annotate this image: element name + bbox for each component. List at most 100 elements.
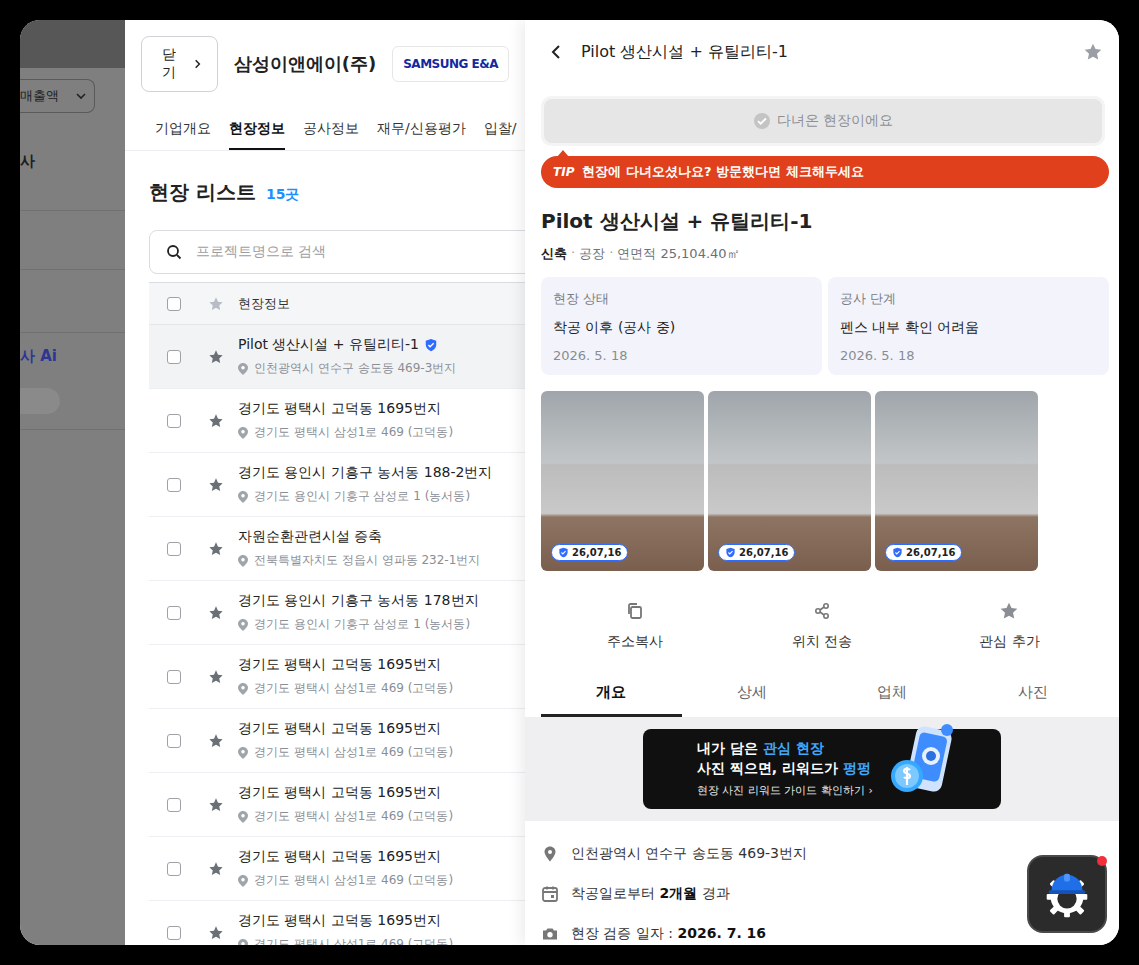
site-photo[interactable]: 26,07,16 [541,391,704,571]
pin-icon [238,555,248,567]
pin-icon [238,619,248,631]
table-row[interactable]: 경기도 평택시 고덕동 1695번지경기도 평택시 삼성1로 469 (고덕동) [149,901,525,945]
status-value: 착공 이후 (공사 중) [553,319,810,337]
site-address: 경기도 평택시 삼성1로 469 (고덕동) [238,808,453,825]
site-address: 경기도 평택시 삼성1로 469 (고덕동) [238,936,453,945]
action-button[interactable]: 주소복사 [541,601,728,651]
star-icon[interactable] [208,733,224,749]
calendar-icon [541,885,559,903]
site-address-text: 경기도 평택시 삼성1로 469 (고덕동) [254,808,453,825]
visited-wrapper: 다녀온 현장이에요 [541,96,1105,146]
table-row[interactable]: 경기도 평택시 고덕동 1695번지경기도 평택시 삼성1로 469 (고덕동) [149,773,525,837]
table-row[interactable]: 경기도 평택시 고덕동 1695번지경기도 평택시 삼성1로 469 (고덕동) [149,837,525,901]
site-photo[interactable]: 26,07,16 [708,391,871,571]
company-tab[interactable]: 재무/신용평가 [377,110,466,150]
row-checkbox[interactable] [167,350,181,364]
company-tab[interactable]: 공사정보 [303,110,359,150]
company-tab[interactable]: 현장정보 [229,110,285,150]
row-checkbox[interactable] [167,606,181,620]
star-icon[interactable] [208,413,224,429]
site-name-text: 경기도 평택시 고덕동 1695번지 [238,400,441,418]
row-checkbox[interactable] [167,734,181,748]
site-name-text: 경기도 평택시 고덕동 1695번지 [238,848,441,866]
company-name: 삼성이앤에이(주) [234,52,376,76]
detail-tab[interactable]: 사진 [963,673,1104,717]
photo-strip: 26,07,1626,07,1626,07,16 [541,391,1103,571]
table-row[interactable]: 자원순환관련시설 증축전북특별자치도 정읍시 영파동 232-1번지 [149,517,525,581]
star-icon[interactable] [208,797,224,813]
status-cards: 현장 상태착공 이후 (공사 중)2026. 5. 18공사 단계펜스 내부 확… [541,277,1109,375]
row-checkbox[interactable] [167,926,181,940]
banner-link[interactable]: 현장 사진 리워드 가이드 확인하기 › [697,783,873,798]
site-address-text: 인천광역시 연수구 송도동 469-3번지 [254,360,456,377]
star-icon[interactable] [208,605,224,621]
table-row[interactable]: 경기도 평택시 고덕동 1695번지경기도 평택시 삼성1로 469 (고덕동) [149,645,525,709]
screen: 매출액사사 Ai닫기삼성이앤에이(주)SAMSUNG E&A기업개요현장정보공사… [20,20,1119,945]
row-checkbox[interactable] [167,862,181,876]
company-panel: 닫기삼성이앤에이(주)SAMSUNG E&A기업개요현장정보공사정보재무/신용평… [125,20,525,945]
info-text: 현장 검증 일자 : 2026. 7. 16 [571,925,766,943]
table-row[interactable]: 경기도 용인시 기흥구 농서동 188-2번지경기도 용인시 기흥구 삼성로 1… [149,453,525,517]
info-text: 착공일로부터 2개월 경과 [571,885,730,903]
table-row[interactable]: 경기도 평택시 고덕동 1695번지경기도 평택시 삼성1로 469 (고덕동) [149,709,525,773]
photo-date-badge: 26,07,16 [885,544,962,561]
action-button[interactable]: 관심 추가 [916,601,1103,651]
back-icon[interactable] [549,44,565,60]
table-row[interactable]: 경기도 평택시 고덕동 1695번지경기도 평택시 삼성1로 469 (고덕동) [149,389,525,453]
assistant-button[interactable] [1027,855,1107,933]
detail-tab[interactable]: 상세 [682,673,823,717]
column-header: 현장정보 [238,295,290,313]
site-list: 현장 리스트15곳프로젝트명으로 검색현장정보Pilot 생산시설 + 유틸리티… [125,151,525,945]
star-icon[interactable] [208,925,224,941]
reward-banner[interactable]: 내가 담은 관심 현장사진 찍으면, 리워드가 펑펑현장 사진 리워드 가이드 … [643,729,1001,809]
star-icon[interactable] [208,477,224,493]
pin-icon [238,363,248,375]
visited-button[interactable]: 다녀온 현장이에요 [544,99,1102,143]
row-text: 경기도 용인시 기흥구 농서동 188-2번지경기도 용인시 기흥구 삼성로 1… [238,464,492,505]
status-card: 공사 단계펜스 내부 확인 어려움2026. 5. 18 [828,277,1109,375]
search-field[interactable]: 프로젝트명으로 검색 [149,230,525,274]
row-checkbox[interactable] [167,414,181,428]
favorite-star-icon[interactable] [1083,42,1103,62]
table-row[interactable]: 경기도 용인시 기흥구 농서동 178번지경기도 용인시 기흥구 삼성로 1 (… [149,581,525,645]
row-checkbox[interactable] [167,542,181,556]
sidebar-row [20,211,125,270]
company-tabs: 기업개요 현장정보 공사정보 재무/신용평가 입찰/ [125,102,525,151]
tip-bubble: TIP현장에 다녀오셨나요? 방문했다면 체크해두세요 [541,156,1109,188]
site-address-text: 경기도 평택시 삼성1로 469 (고덕동) [254,744,453,761]
action-button[interactable]: 위치 전송 [728,601,915,651]
star-icon[interactable] [208,541,224,557]
row-checkbox[interactable] [167,478,181,492]
banner-segment: 사진 찍으면, 리워드가 [697,760,843,776]
company-tab[interactable]: 기업개요 [155,110,211,150]
site-tags: 신축·공장·연면적 25,104.40㎡ [541,245,1103,263]
sidebar-item[interactable]: 사 Ai [20,333,125,430]
table-row[interactable]: Pilot 생산시설 + 유틸리티-1 인천광역시 연수구 송도동 469-3번지 [149,325,525,389]
status-label: 공사 단계 [840,290,1097,308]
dimmed-sidebar: 매출액사사 Ai [20,20,125,945]
site-name-text: 경기도 평택시 고덕동 1695번지 [238,784,441,802]
star-icon[interactable] [208,349,224,365]
row-text: 경기도 평택시 고덕동 1695번지경기도 평택시 삼성1로 469 (고덕동) [238,848,453,889]
site-photo[interactable]: 26,07,16 [875,391,1038,571]
site-name: Pilot 생산시설 + 유틸리티-1 [238,336,456,354]
row-checkbox[interactable] [167,670,181,684]
close-button[interactable]: 닫기 [141,36,218,92]
site-name-text: 자원순환관련시설 증축 [238,528,382,546]
row-checkbox[interactable] [167,798,181,812]
detail-tab[interactable]: 개요 [541,673,682,717]
detail-tabs: 개요상세업체사진 [541,673,1103,717]
star-icon [208,296,224,312]
status-value: 펜스 내부 확인 어려움 [840,319,1097,337]
select-all-checkbox[interactable] [167,297,181,311]
star-icon[interactable] [208,669,224,685]
site-name: 경기도 용인시 기흥구 농서동 188-2번지 [238,464,492,482]
revenue-dropdown[interactable]: 매출액 [20,79,95,113]
company-tab[interactable]: 입찰/ [484,110,517,150]
action-label: 위치 전송 [792,633,852,651]
detail-tab[interactable]: 업체 [822,673,963,717]
company-logo: SAMSUNG E&A [392,46,509,82]
sidebar-item[interactable]: 사 [20,113,125,211]
star-icon[interactable] [208,861,224,877]
site-name: 경기도 용인시 기흥구 농서동 178번지 [238,592,479,610]
